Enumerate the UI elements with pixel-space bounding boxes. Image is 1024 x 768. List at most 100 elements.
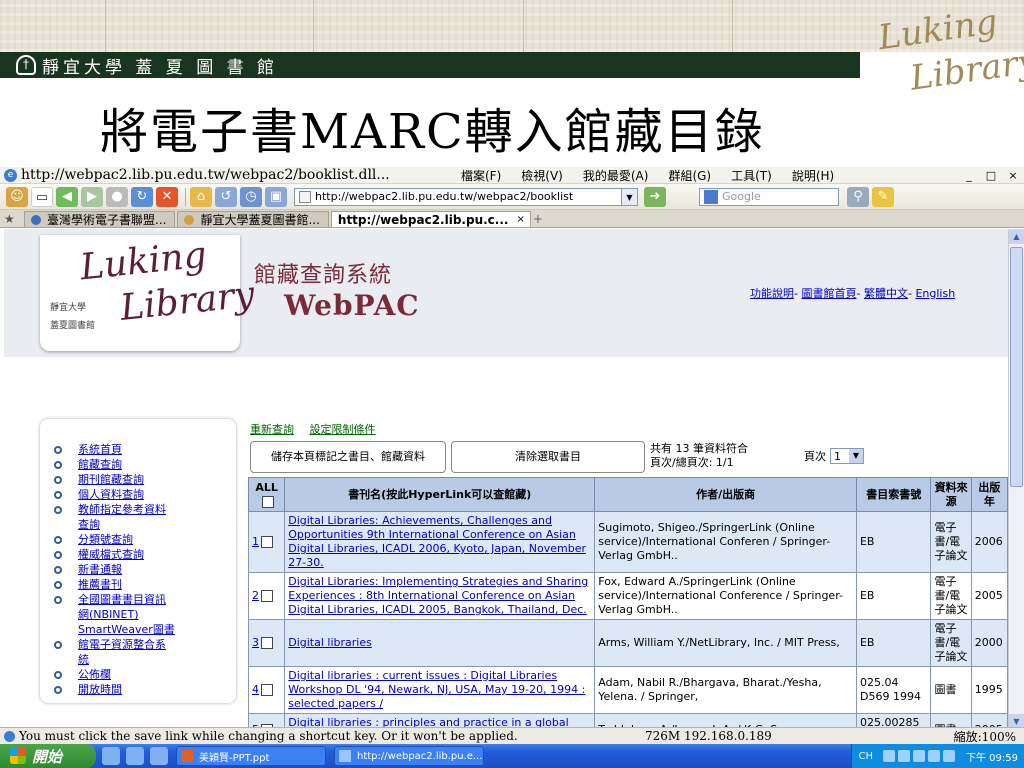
close-window-button[interactable]: × (1002, 169, 1024, 182)
sidebar-item[interactable]: 網(NBINET) (54, 608, 236, 622)
tray-volume-icon[interactable] (898, 750, 910, 762)
link-set-limits[interactable]: 設定限制條件 (310, 423, 376, 436)
sidebar-item-label[interactable]: 查詢 (78, 518, 100, 532)
menu-view[interactable]: 檢視(V) (521, 167, 563, 184)
sidebar-item[interactable]: 期刊館藏查詢 (54, 473, 236, 487)
new-tab-icon[interactable]: + (533, 212, 551, 226)
sidebar-item-label[interactable]: 期刊館藏查詢 (78, 473, 144, 487)
sidebar-item-label[interactable]: 教師指定參考資料 (78, 503, 166, 517)
new-page-icon[interactable]: ▭ (31, 186, 53, 207)
forward-arrow-icon[interactable]: ▶ (81, 186, 103, 207)
save-marked-records-button[interactable]: 儲存本頁標記之書目、館藏資料 (250, 441, 446, 473)
tray-network-icon[interactable] (883, 750, 895, 762)
row-number-link[interactable]: 3 (252, 636, 259, 649)
history-clock-icon[interactable]: ◷ (240, 186, 262, 207)
menu-help[interactable]: 說明(H) (792, 167, 834, 184)
start-button[interactable]: 開始 (0, 744, 96, 768)
menu-tools[interactable]: 工具(T) (731, 167, 772, 184)
favorites-star-icon[interactable]: ★ (4, 212, 24, 226)
menu-file[interactable]: 檔案(F) (461, 167, 501, 184)
clear-selection-button[interactable]: 清除選取書目 (451, 441, 645, 473)
vertical-scrollbar[interactable]: ▲ ▼ (1008, 229, 1024, 729)
sidebar-item-label[interactable]: 開放時間 (78, 683, 122, 697)
tray-display-icon[interactable] (943, 750, 955, 762)
row-number-link[interactable]: 1 (252, 535, 259, 548)
sidebar-item[interactable]: 統 (54, 653, 236, 667)
select-all-checkbox[interactable] (261, 495, 274, 508)
sidebar-item[interactable]: 館藏查詢 (54, 458, 236, 472)
sidebar-item-label[interactable]: 網(NBINET) (78, 608, 139, 622)
task-powerpoint[interactable]: 美穎賢-PPT.ppt (176, 746, 326, 766)
sidebar-item[interactable]: 個人資料查詢 (54, 488, 236, 502)
refresh-icon[interactable]: ↻ (131, 186, 153, 207)
search-input[interactable]: Google (699, 187, 839, 206)
row-checkbox[interactable] (261, 590, 273, 602)
sidebar-item[interactable]: 全國圖書書目資訊 (54, 593, 236, 607)
maximize-button[interactable]: □ (980, 169, 1002, 182)
sidebar-item-label[interactable]: SmartWeaver圖書 (78, 623, 175, 637)
row-number-link[interactable]: 4 (252, 683, 259, 696)
menu-groups[interactable]: 群組(G) (668, 167, 711, 184)
menu-favorites[interactable]: 我的最愛(A) (583, 167, 649, 184)
address-input[interactable]: http://webpac2.lib.pu.edu.tw/webpac2/boo… (294, 187, 622, 206)
sidebar-item[interactable]: SmartWeaver圖書 (54, 623, 236, 637)
back-arrow-icon[interactable]: ◀ (56, 186, 78, 207)
go-icon[interactable]: ➜ (644, 186, 666, 207)
title-link[interactable]: Digital libraries (288, 636, 372, 649)
stop-icon[interactable]: ● (106, 186, 128, 207)
sidebar-item-label[interactable]: 分類號查詢 (78, 533, 133, 547)
address-dropdown-icon[interactable]: ▼ (622, 187, 638, 206)
title-link[interactable]: Digital Libraries: Achievements, Challen… (288, 514, 586, 569)
quicklaunch-folder-icon[interactable] (126, 747, 144, 765)
sidebar-item[interactable]: 教師指定參考資料 (54, 503, 236, 517)
title-link[interactable]: Digital Libraries: Implementing Strategi… (288, 575, 588, 616)
sidebar-item-label[interactable]: 館電子資源整合系 (78, 638, 166, 652)
sidebar-item-label[interactable]: 推薦書刊 (78, 578, 122, 592)
sidebar-item[interactable]: 系統首頁 (54, 443, 236, 457)
sidebar-item-label[interactable]: 個人資料查詢 (78, 488, 144, 502)
highlight-pen-icon[interactable]: ✎ (872, 186, 894, 207)
quicklaunch-desktop-icon[interactable] (150, 747, 168, 765)
zoom-level[interactable]: 縮放:100% (954, 728, 1016, 745)
sidebar-item[interactable]: 開放時間 (54, 683, 236, 697)
tab-webpac-active[interactable]: http://webpac2.lib.pu.c... × (330, 211, 531, 227)
scroll-thumb[interactable] (1010, 247, 1023, 487)
sidebar-item[interactable]: 公佈欄 (54, 668, 236, 682)
page-select[interactable]: 1 ▼ (830, 448, 864, 464)
row-number-link[interactable]: 2 (252, 589, 259, 602)
sidebar-item[interactable]: 推薦書刊 (54, 578, 236, 592)
sidebar-item-label[interactable]: 公佈欄 (78, 668, 111, 682)
sidebar-item-label[interactable]: 新書通報 (78, 563, 122, 577)
row-checkbox[interactable] (261, 637, 273, 649)
home-icon[interactable]: ⌂ (190, 186, 212, 207)
tab-library-home[interactable]: 靜宜大學蓋夏圖書館... (177, 211, 329, 227)
sidebar-item[interactable]: 查詢 (54, 518, 236, 532)
scroll-up-icon[interactable]: ▲ (1009, 229, 1024, 244)
row-checkbox[interactable] (261, 536, 273, 548)
undo-icon[interactable]: ↺ (215, 186, 237, 207)
sidebar-item-label[interactable]: 系統首頁 (78, 443, 122, 457)
task-browser[interactable]: http://webpac2.lib.pu.e... (334, 746, 484, 766)
tray-update-icon[interactable] (928, 750, 940, 762)
quicklaunch-ie-icon[interactable] (102, 747, 120, 765)
input-language[interactable]: CH (858, 751, 873, 762)
link-english[interactable]: English (915, 287, 955, 300)
user-icon[interactable]: ☺ (6, 186, 28, 207)
tab-close-icon[interactable]: × (516, 214, 524, 225)
link-traditional-chinese[interactable]: 繁體中文 (864, 287, 908, 300)
link-library-home[interactable]: 圖書館首頁 (801, 287, 856, 300)
sidebar-item[interactable]: 新書通報 (54, 563, 236, 577)
sidebar-item-label[interactable]: 全國圖書書目資訊 (78, 593, 166, 607)
sidebar-item[interactable]: 館電子資源整合系 (54, 638, 236, 652)
cancel-icon[interactable]: ✕ (156, 186, 178, 207)
sidebar-item-label[interactable]: 館藏查詢 (78, 458, 122, 472)
sidebar-item-label[interactable]: 權威檔式查詢 (78, 548, 144, 562)
tab-ebook-union[interactable]: 臺灣學術電子書聯盟... (24, 211, 176, 227)
title-link[interactable]: Digital libraries : current issues : Dig… (288, 669, 585, 710)
sidebar-item-label[interactable]: 統 (78, 653, 89, 667)
screen-icon[interactable]: ▣ (265, 186, 287, 207)
sidebar-item[interactable]: 權威檔式查詢 (54, 548, 236, 562)
minimize-button[interactable]: _ (958, 169, 980, 182)
link-help[interactable]: 功能說明 (750, 287, 794, 300)
sidebar-item[interactable]: 分類號查詢 (54, 533, 236, 547)
